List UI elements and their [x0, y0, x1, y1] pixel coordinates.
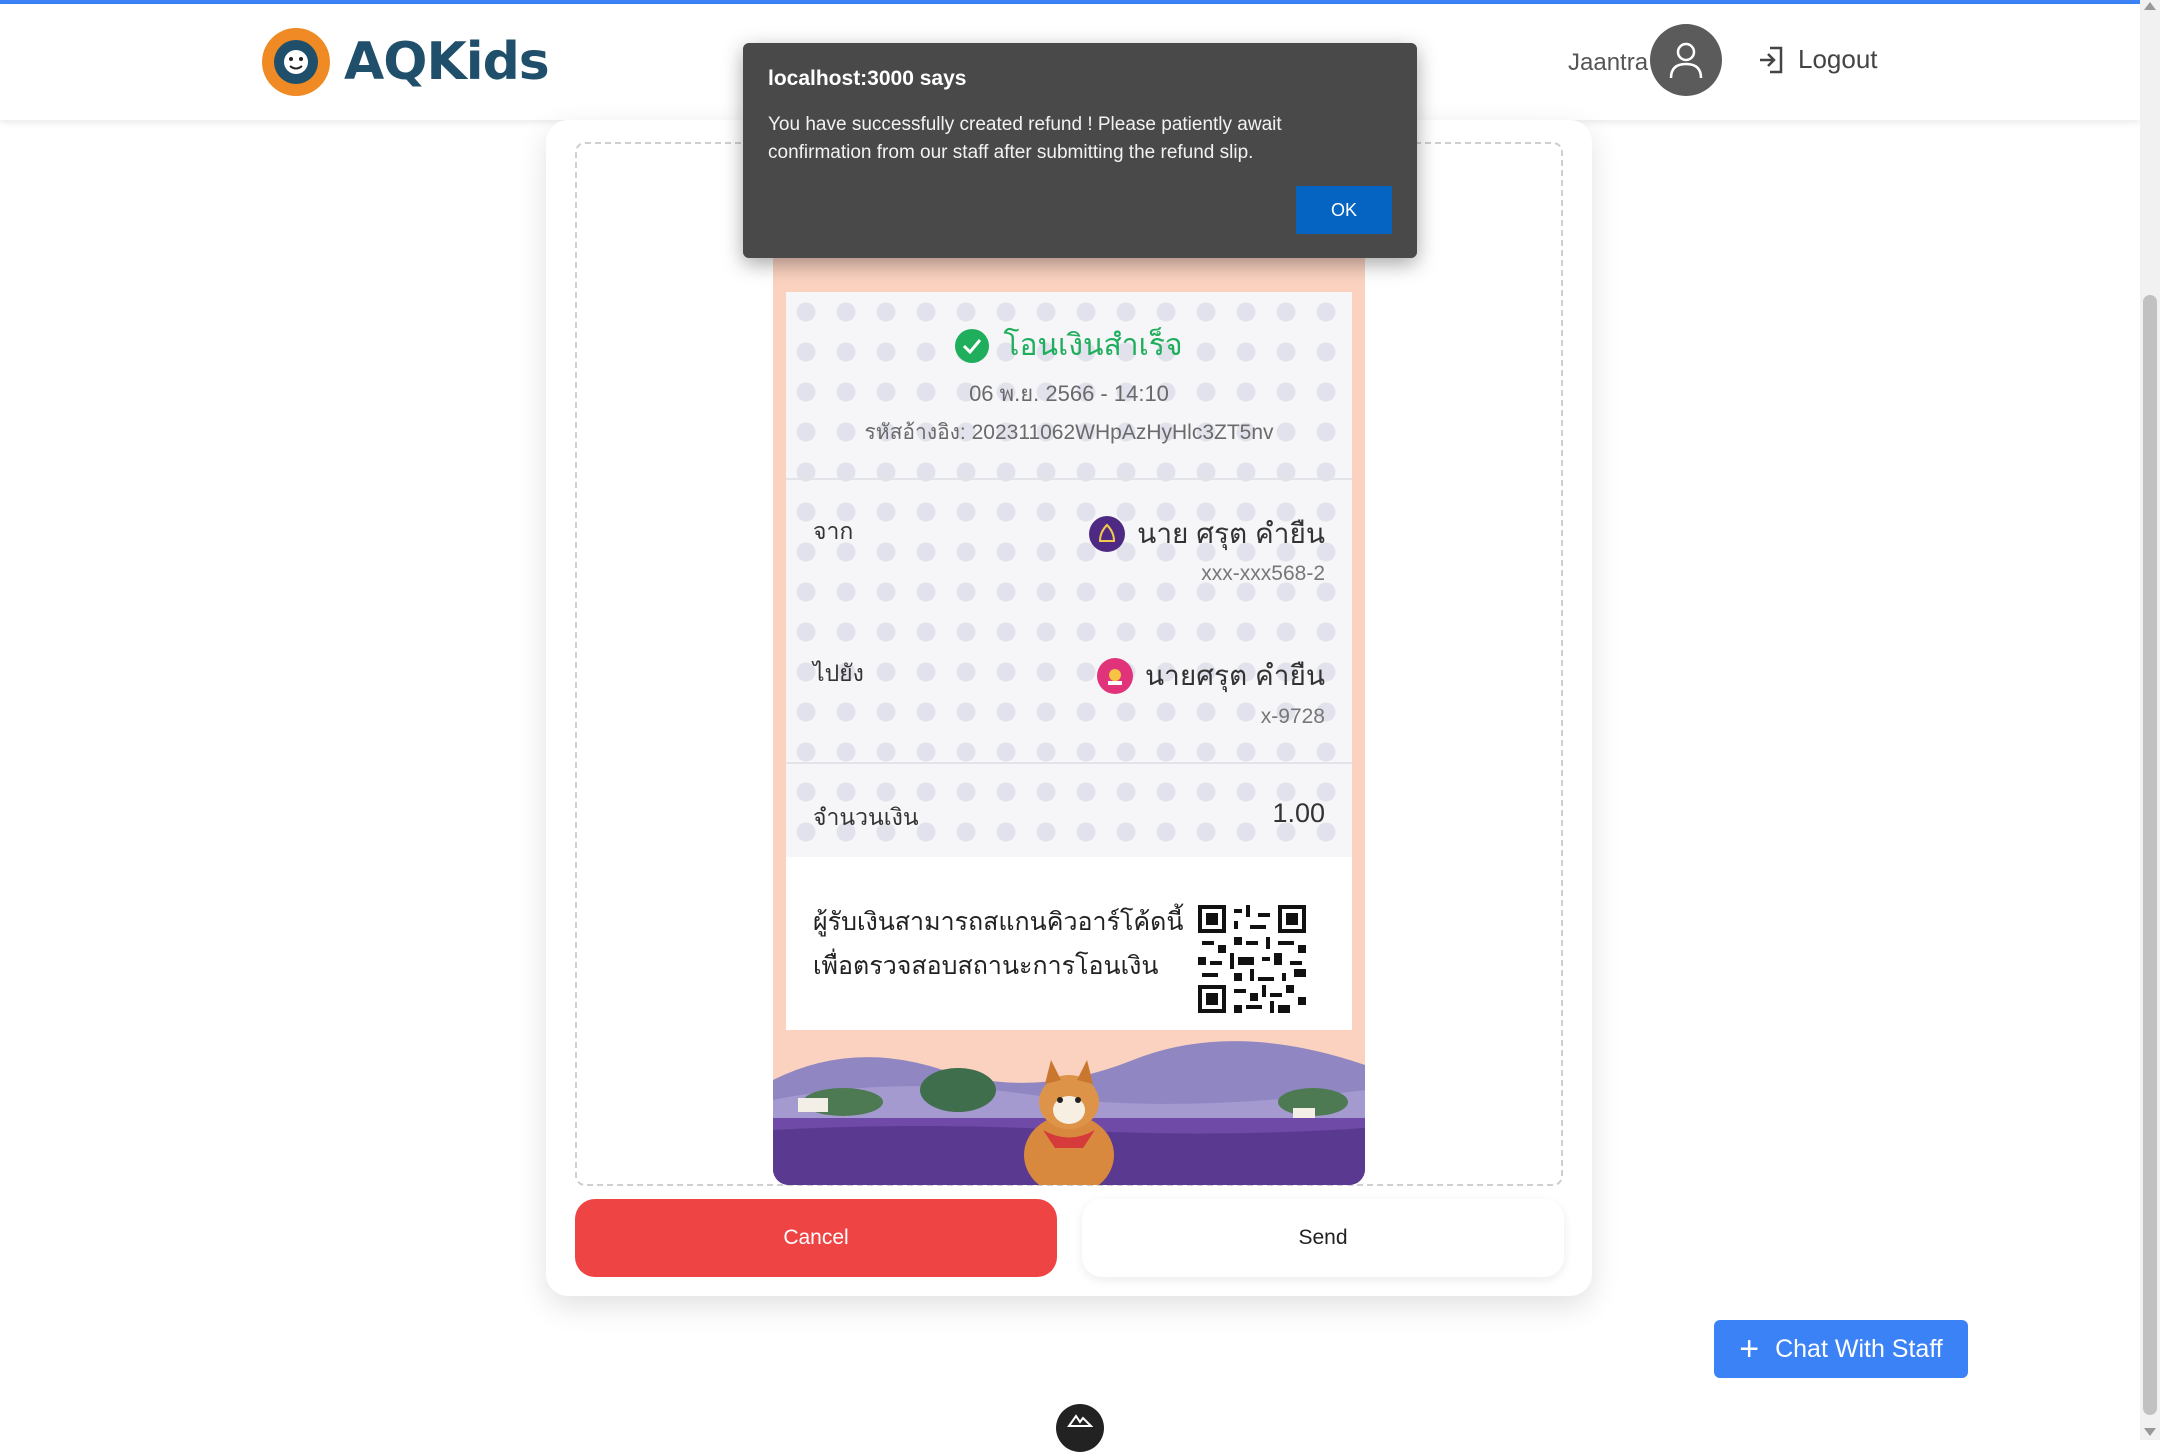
to-name: นายศรุต คำยืน	[1144, 660, 1325, 691]
brand-logo[interactable]: AQKids	[260, 26, 550, 98]
qr-code-icon	[1198, 905, 1306, 1013]
qr-note: ผู้รับเงินสามารถสแกนคิวอาร์โค้ดนี้ เพื่อ…	[813, 908, 1184, 980]
dialog-title: localhost:3000 says	[768, 67, 967, 90]
from-label: จาก	[813, 518, 854, 544]
chat-label: Chat With Staff	[1775, 1334, 1943, 1363]
plus-icon: +	[1739, 1330, 1760, 1368]
amount-value: 1.00	[1272, 798, 1325, 828]
nuxt-devtools-icon[interactable]	[1056, 1404, 1104, 1452]
user-icon	[1669, 42, 1703, 79]
to-account: x-9728	[1260, 705, 1325, 728]
from-name-row: นาย ศรุต คำยืน	[1089, 512, 1325, 556]
aqkids-logo-icon	[262, 28, 330, 96]
transfer-reference: รหัสอ้างอิง: 202311062WHpAzHyHlc3ZT5nv	[864, 421, 1274, 444]
page-scrollbar[interactable]	[2140, 0, 2160, 1440]
from-name: นาย ศรุต คำยืน	[1137, 518, 1325, 549]
browser-alert-dialog: localhost:3000 says You have successfull…	[743, 43, 1417, 258]
lavender-field-illustration	[773, 1030, 1365, 1185]
scroll-down-icon[interactable]	[2144, 1428, 2156, 1436]
dialog-ok-button[interactable]: OK	[1296, 186, 1392, 234]
bank-logo-icon	[1089, 516, 1126, 552]
amount-label: จำนวนเงิน	[813, 804, 919, 830]
transfer-datetime: 06 พ.ย. 2566 - 14:10	[969, 381, 1169, 406]
dialog-message: You have successfully created refund ! P…	[768, 114, 1282, 163]
scrollbar-thumb[interactable]	[2143, 295, 2157, 1415]
transfer-status-text: โอนเงินสำเร็จ	[1003, 329, 1183, 362]
brand-name: AQKids	[344, 32, 550, 92]
refund-slip-image: โอนเงินสำเร็จ 06 พ.ย. 2566 - 14:10 รหัสอ…	[773, 250, 1365, 1185]
logout-icon	[1760, 46, 1783, 73]
user-avatar[interactable]	[1650, 24, 1722, 96]
logout-button[interactable]: Logout	[1758, 44, 1878, 75]
bank-logo-icon	[1096, 658, 1133, 694]
cancel-button[interactable]: Cancel	[575, 1199, 1057, 1277]
scroll-up-icon[interactable]	[2144, 2, 2156, 10]
from-account: xxx-xxx568-2	[1201, 562, 1325, 585]
logout-label: Logout	[1798, 44, 1878, 74]
user-name: Jaantra	[1568, 49, 1649, 76]
to-label: ไปยัง	[813, 660, 864, 686]
transfer-status: โอนเงินสำเร็จ	[773, 322, 1365, 369]
check-circle-icon	[955, 328, 990, 363]
chat-with-staff-button[interactable]: + Chat With Staff	[1714, 1320, 1968, 1378]
send-button[interactable]: Send	[1082, 1199, 1564, 1277]
to-name-row: นายศรุต คำยืน	[1096, 654, 1325, 698]
